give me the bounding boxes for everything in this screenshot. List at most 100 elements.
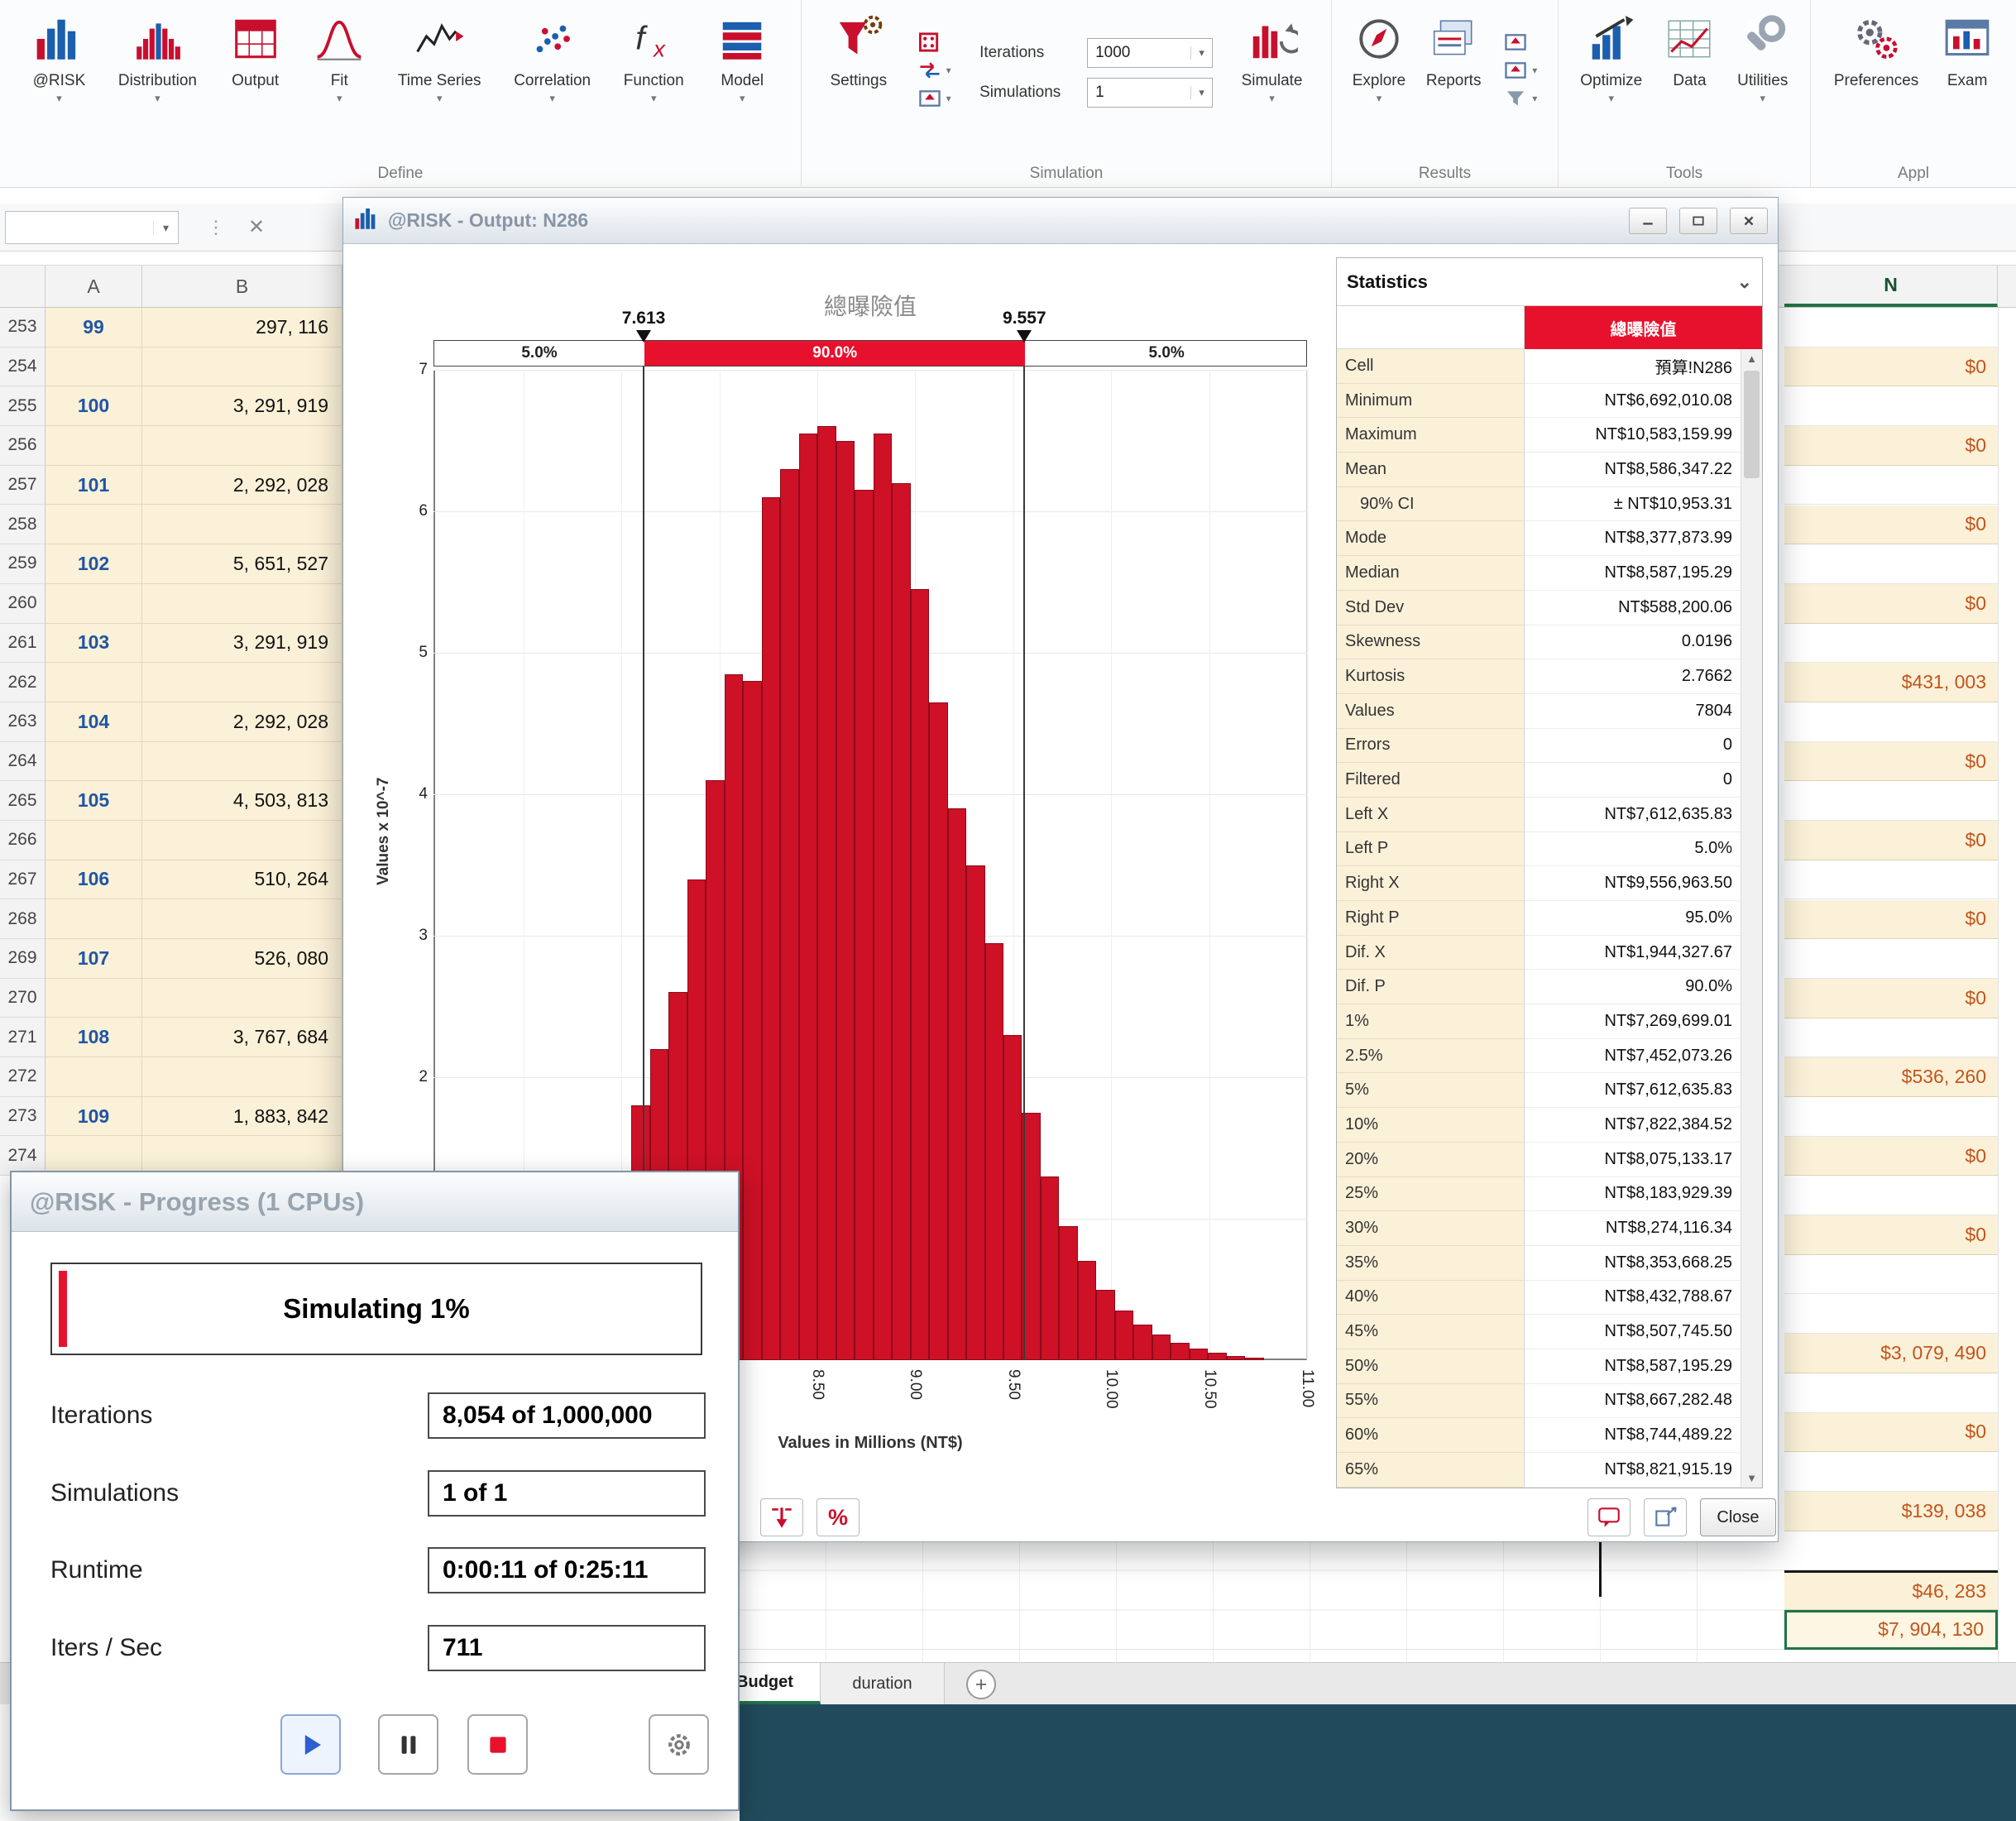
row-number[interactable]: 256 bbox=[0, 426, 45, 466]
cell-b269[interactable]: 526, 080 bbox=[142, 939, 342, 979]
cell-a274[interactable] bbox=[45, 1136, 142, 1176]
maximize-button[interactable] bbox=[1679, 208, 1717, 234]
delimiter-marker[interactable] bbox=[636, 330, 651, 343]
stat-row-65%[interactable]: 65%NT$8,821,915.19 bbox=[1337, 1453, 1762, 1488]
row-number[interactable]: 260 bbox=[0, 584, 45, 624]
cell-a266[interactable] bbox=[45, 821, 142, 860]
ribbon-button-examples[interactable]: Exam bbox=[1942, 13, 1993, 90]
cell-a255[interactable]: 100 bbox=[45, 386, 142, 426]
scroll-down-icon[interactable]: ▼ bbox=[1741, 1472, 1762, 1484]
cell-n278[interactable] bbox=[1784, 1295, 1998, 1335]
row-number[interactable]: 272 bbox=[0, 1057, 45, 1097]
cell-n280[interactable] bbox=[1784, 1373, 1998, 1413]
stat-row-filtered[interactable]: Filtered0 bbox=[1337, 763, 1762, 798]
cell-n269[interactable] bbox=[1784, 939, 1998, 979]
cell-n270[interactable]: $0 bbox=[1784, 979, 1998, 1018]
cell-b265[interactable]: 4, 503, 813 bbox=[142, 781, 342, 821]
cell-a260[interactable] bbox=[45, 584, 142, 624]
cell-b260[interactable] bbox=[142, 584, 342, 624]
cell-a269[interactable]: 107 bbox=[45, 939, 142, 979]
row-number[interactable]: 262 bbox=[0, 663, 45, 702]
stat-row-dif-x[interactable]: Dif. XNT$1,944,327.67 bbox=[1337, 936, 1762, 970]
cell-n256[interactable]: $0 bbox=[1784, 426, 1998, 466]
close-window-button[interactable] bbox=[1730, 208, 1768, 234]
cell-a262[interactable] bbox=[45, 663, 142, 702]
cell-a268[interactable] bbox=[45, 899, 142, 939]
cell-n284[interactable] bbox=[1784, 1531, 1998, 1571]
stat-row-right-x[interactable]: Right XNT$9,556,963.50 bbox=[1337, 866, 1762, 901]
stat-row-2-5%[interactable]: 2.5%NT$7,452,073.26 bbox=[1337, 1039, 1762, 1074]
delimiter-tool-button[interactable] bbox=[760, 1498, 803, 1536]
stat-row-minimum[interactable]: MinimumNT$6,692,010.08 bbox=[1337, 384, 1762, 419]
cell-b255[interactable]: 3, 291, 919 bbox=[142, 386, 342, 426]
cell-a257[interactable]: 101 bbox=[45, 466, 142, 506]
cell-n275[interactable] bbox=[1784, 1176, 1998, 1215]
shuffle-mini-button[interactable]: ▾ bbox=[916, 60, 951, 81]
cell-a272[interactable] bbox=[45, 1057, 142, 1097]
row-number[interactable]: 263 bbox=[0, 702, 45, 742]
cell-n267[interactable] bbox=[1784, 860, 1998, 900]
ribbon-button-function[interactable]: fxFunction▾ bbox=[624, 13, 684, 105]
cell-n258[interactable]: $0 bbox=[1784, 506, 1998, 545]
cell-b261[interactable]: 3, 291, 919 bbox=[142, 624, 342, 664]
row-number[interactable]: 264 bbox=[0, 742, 45, 782]
cell-n274[interactable]: $0 bbox=[1784, 1137, 1998, 1176]
stat-row-kurtosis[interactable]: Kurtosis2.7662 bbox=[1337, 659, 1762, 694]
percent-format-button[interactable]: % bbox=[816, 1498, 860, 1536]
cell-b259[interactable]: 5, 651, 527 bbox=[142, 544, 342, 584]
stat-row-20%[interactable]: 20%NT$8,075,133.17 bbox=[1337, 1143, 1762, 1177]
close-button[interactable]: Close bbox=[1700, 1498, 1776, 1536]
cell-n263[interactable] bbox=[1784, 702, 1998, 742]
row-number[interactable]: 259 bbox=[0, 544, 45, 584]
cell-a258[interactable] bbox=[45, 505, 142, 544]
dropdown-caret-icon[interactable]: ▾ bbox=[1190, 46, 1212, 60]
cell-n260[interactable]: $0 bbox=[1784, 584, 1998, 624]
funnel-mini-button[interactable]: ▾ bbox=[1501, 88, 1537, 109]
cell-b266[interactable] bbox=[142, 821, 342, 860]
cell-a263[interactable]: 104 bbox=[45, 702, 142, 742]
cell-a253[interactable]: 99 bbox=[45, 308, 142, 347]
cell-n253[interactable] bbox=[1784, 308, 1998, 347]
scroll-up-icon[interactable]: ▲ bbox=[1741, 352, 1762, 365]
column-header-b[interactable]: B bbox=[142, 266, 342, 307]
cell-n285[interactable]: $46, 283 bbox=[1784, 1570, 1998, 1610]
cell-n271[interactable] bbox=[1784, 1018, 1998, 1058]
winup-mini-button[interactable]: ▾ bbox=[1501, 60, 1537, 81]
ribbon-button-explore[interactable]: Explore▾ bbox=[1353, 13, 1405, 105]
cell-n261[interactable] bbox=[1784, 624, 1998, 664]
ribbon-button-optimize[interactable]: Optimize▾ bbox=[1580, 13, 1642, 105]
stat-row-30%[interactable]: 30%NT$8,274,116.34 bbox=[1337, 1211, 1762, 1246]
ribbon-button-fit[interactable]: Fit▾ bbox=[314, 13, 365, 105]
statistics-header[interactable]: Statistics ⌄ bbox=[1337, 258, 1762, 306]
cell-b271[interactable]: 3, 767, 684 bbox=[142, 1018, 342, 1057]
output-window-titlebar[interactable]: @RISK - Output: N286 bbox=[343, 198, 1778, 244]
cell-n283[interactable]: $139, 038 bbox=[1784, 1492, 1998, 1531]
row-number[interactable]: 267 bbox=[0, 860, 45, 900]
progress-dialog-titlebar[interactable]: @RISK - Progress (1 CPUs) bbox=[12, 1172, 738, 1232]
cell-a273[interactable]: 109 bbox=[45, 1097, 142, 1137]
stats-scrollbar[interactable]: ▲ ▼ bbox=[1741, 349, 1762, 1488]
cell-a264[interactable] bbox=[45, 742, 142, 782]
stat-row-1%[interactable]: 1%NT$7,269,699.01 bbox=[1337, 1004, 1762, 1039]
cell-b262[interactable] bbox=[142, 663, 342, 702]
stat-row-right-p[interactable]: Right P95.0% bbox=[1337, 901, 1762, 936]
copy-button[interactable] bbox=[1644, 1498, 1687, 1536]
row-number[interactable]: 254 bbox=[0, 347, 45, 387]
stat-row-std-dev[interactable]: Std DevNT$588,200.06 bbox=[1337, 591, 1762, 625]
cell-n268[interactable]: $0 bbox=[1784, 900, 1998, 940]
scrollbar-thumb[interactable] bbox=[1744, 371, 1760, 478]
cell-a265[interactable]: 105 bbox=[45, 781, 142, 821]
delimiter-line[interactable] bbox=[1023, 367, 1025, 1360]
cell-n286[interactable]: $7, 904, 130 bbox=[1784, 1610, 1998, 1650]
settings-gear-button[interactable] bbox=[649, 1714, 709, 1775]
column-header-a[interactable]: A bbox=[45, 266, 142, 307]
cell-a267[interactable]: 106 bbox=[45, 860, 142, 900]
ribbon-button-settings[interactable]: Settings bbox=[830, 13, 887, 90]
play-button[interactable] bbox=[280, 1714, 341, 1775]
stat-row-35%[interactable]: 35%NT$8,353,668.25 bbox=[1337, 1246, 1762, 1281]
ribbon-button-correlation[interactable]: Correlation▾ bbox=[514, 13, 591, 105]
cell-n273[interactable] bbox=[1784, 1097, 1998, 1137]
ribbon-button-distribution[interactable]: Distribution▾ bbox=[118, 13, 197, 105]
row-number[interactable]: 257 bbox=[0, 466, 45, 506]
cell-a270[interactable] bbox=[45, 979, 142, 1018]
